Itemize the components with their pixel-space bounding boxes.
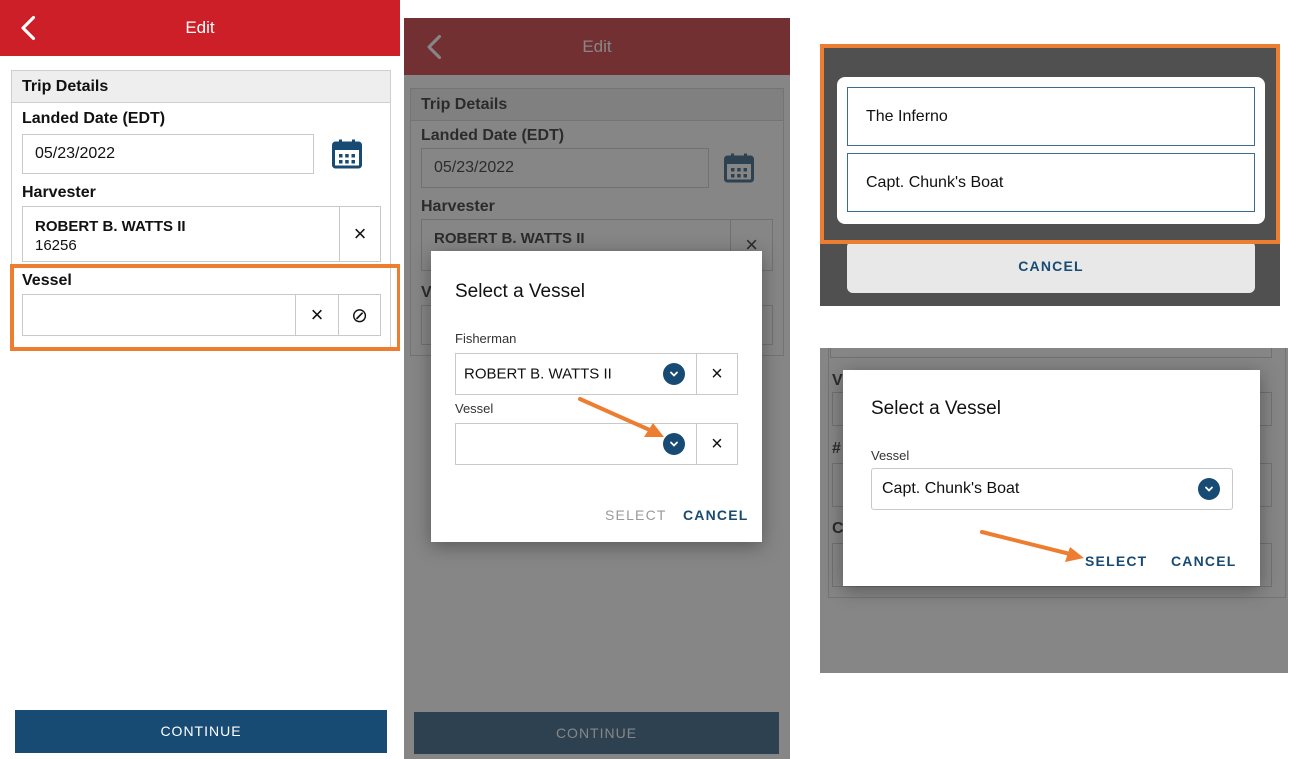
app-header: Edit: [0, 0, 400, 56]
landed-date-value: 05/23/2022: [35, 145, 116, 162]
harvester-id: 16256: [35, 237, 77, 254]
panel-vessel-list: The Inferno Capt. Chunk's Boat CANCEL: [820, 44, 1280, 306]
landed-date-field[interactable]: 05/23/2022: [22, 134, 314, 174]
harvester-label: Harvester: [22, 184, 96, 201]
vessel-list-highlight: [820, 44, 1280, 244]
continue-button[interactable]: CONTINUE: [15, 710, 387, 753]
panel-edit-screen: Edit Trip Details Landed Date (EDT) 05/2…: [0, 0, 400, 759]
landed-date-label: Landed Date (EDT): [22, 110, 166, 127]
vessel-highlight: [10, 264, 400, 351]
section-title: Trip Details: [12, 71, 390, 103]
harvester-field[interactable]: ROBERT B. WATTS II 16256: [22, 206, 340, 262]
orange-arrow-icon: [980, 530, 1084, 562]
panel-select-vessel-dialog: Edit Trip Details Landed Date (EDT) 05/2…: [404, 18, 790, 759]
harvester-clear-button[interactable]: ×: [339, 206, 381, 262]
panel-vessel-selected-dialog: V # C Select a Vessel Vessel Capt. Chunk…: [820, 348, 1288, 673]
list-cancel-label: CANCEL: [1018, 258, 1084, 274]
calendar-icon[interactable]: [332, 139, 362, 169]
header-title: Edit: [185, 18, 215, 37]
orange-arrow-icon: [578, 397, 664, 437]
harvester-name: ROBERT B. WATTS II: [35, 218, 186, 235]
list-cancel-button[interactable]: CANCEL: [847, 241, 1255, 293]
